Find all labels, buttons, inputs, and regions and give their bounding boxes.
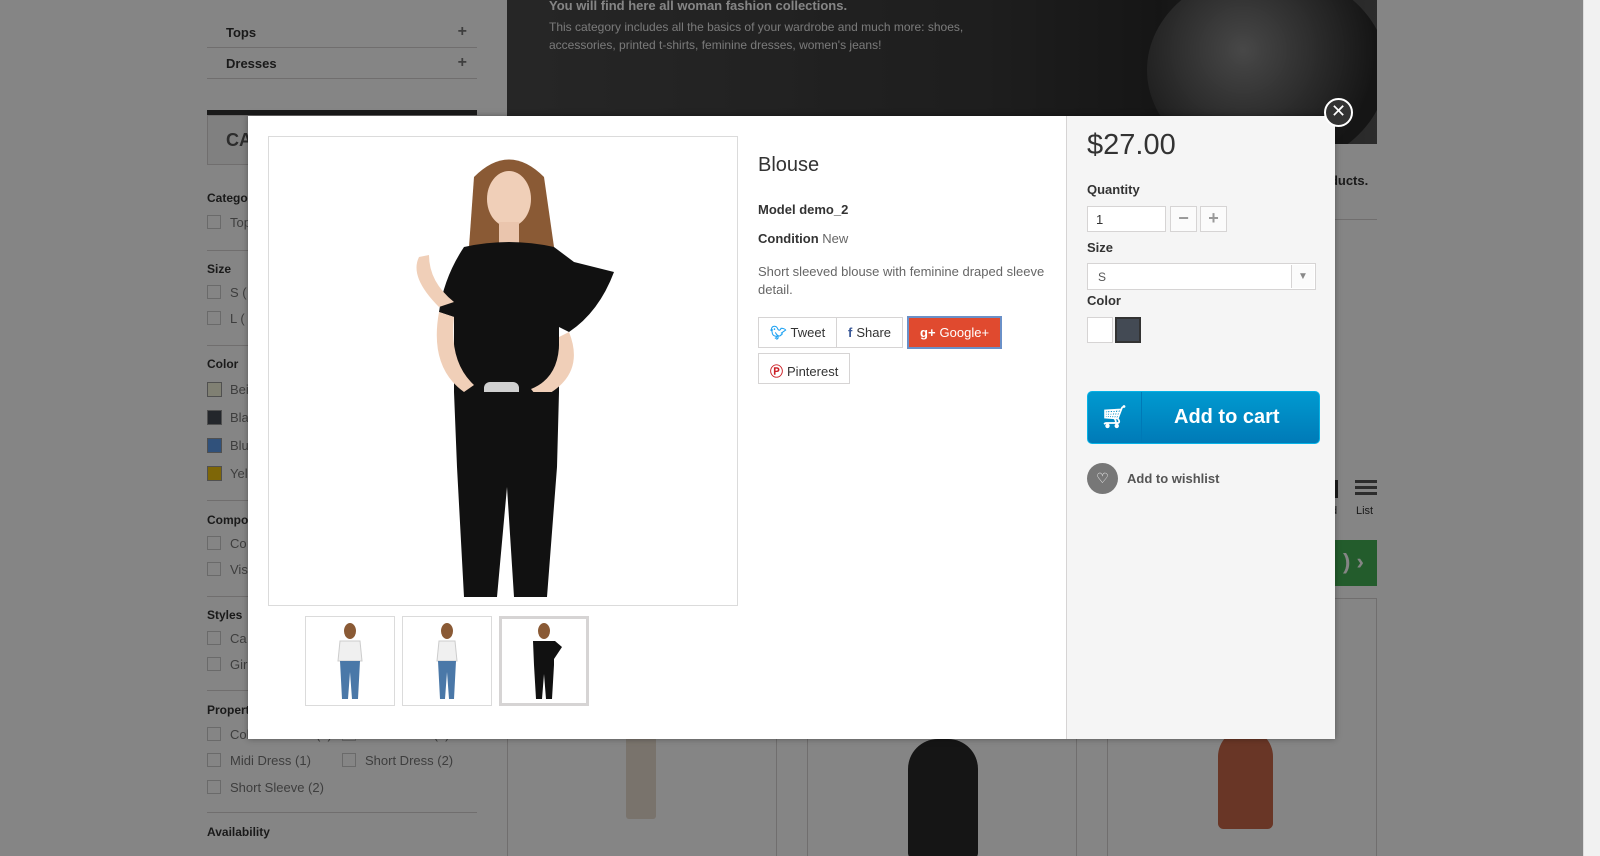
model-label: Model bbox=[758, 202, 796, 217]
thumbnail-black-blouse[interactable] bbox=[499, 616, 589, 706]
share-label: Share bbox=[856, 325, 892, 340]
product-photo-black-blouse bbox=[269, 137, 737, 605]
close-icon[interactable]: ✕ bbox=[1324, 98, 1353, 127]
tweet-label: Tweet bbox=[790, 325, 826, 340]
pinterest-label: Pinterest bbox=[787, 364, 839, 379]
facebook-share-button[interactable]: f Share bbox=[836, 317, 904, 348]
chevron-down-icon: ▼ bbox=[1291, 265, 1314, 288]
plus-icon: + bbox=[1208, 208, 1219, 228]
tweet-button[interactable]: 🐦︎ Tweet bbox=[758, 317, 838, 348]
add-to-cart-button[interactable]: 🛒︎ Add to cart bbox=[1087, 391, 1320, 444]
product-description: Short sleeved blouse with feminine drape… bbox=[758, 264, 1045, 297]
quantity-decrease-button[interactable]: − bbox=[1170, 206, 1197, 232]
color-swatch-white[interactable] bbox=[1087, 317, 1113, 343]
facebook-icon: f bbox=[848, 325, 853, 340]
quick-view-modal: Blouse Model demo_2 Condition New Short … bbox=[248, 116, 1335, 739]
thumbnail-image bbox=[337, 623, 363, 699]
google-plus-icon: g+ bbox=[920, 325, 936, 340]
color-swatch-black[interactable] bbox=[1115, 317, 1141, 343]
thumbnail-image bbox=[533, 623, 562, 699]
size-select[interactable]: S ▼ bbox=[1087, 263, 1316, 290]
pinterest-icon: Ⓟ bbox=[770, 364, 784, 379]
size-label: Size bbox=[1087, 240, 1114, 255]
heart-icon: ♡ bbox=[1087, 463, 1118, 494]
size-selected-value: S bbox=[1098, 270, 1107, 284]
product-name: Blouse bbox=[758, 154, 820, 176]
wishlist-label: Add to wishlist bbox=[1127, 471, 1220, 486]
thumbnail-image bbox=[436, 623, 458, 699]
color-label: Color bbox=[1087, 293, 1121, 308]
condition-label: Condition bbox=[758, 231, 819, 246]
product-main-image[interactable] bbox=[268, 136, 738, 606]
condition-value: New bbox=[822, 231, 849, 246]
cart-icon: 🛒︎ bbox=[1088, 392, 1142, 443]
add-to-cart-label: Add to cart bbox=[1174, 406, 1280, 428]
twitter-icon: 🐦︎ bbox=[770, 325, 787, 340]
model-value: demo_2 bbox=[799, 202, 849, 217]
thumbnail-white-top-side[interactable] bbox=[402, 616, 492, 706]
product-condition: Condition New bbox=[758, 231, 848, 246]
quantity-increase-button[interactable]: + bbox=[1200, 206, 1227, 232]
buy-box: $27.00 Quantity − + Size S ▼ Color 🛒︎ Ad… bbox=[1066, 116, 1335, 739]
product-price: $27.00 bbox=[1087, 129, 1176, 161]
pinterest-button[interactable]: Ⓟ Pinterest bbox=[758, 353, 851, 384]
google-plus-button[interactable]: g+ Google+ bbox=[907, 316, 1003, 349]
thumbnail-white-top-front[interactable] bbox=[305, 616, 395, 706]
quantity-input[interactable] bbox=[1087, 206, 1166, 232]
quantity-label: Quantity bbox=[1087, 182, 1140, 197]
minus-icon: − bbox=[1178, 208, 1189, 228]
scrollbar[interactable] bbox=[1583, 0, 1600, 856]
google-plus-label: Google+ bbox=[939, 325, 990, 340]
product-model: Model demo_2 bbox=[758, 202, 848, 217]
